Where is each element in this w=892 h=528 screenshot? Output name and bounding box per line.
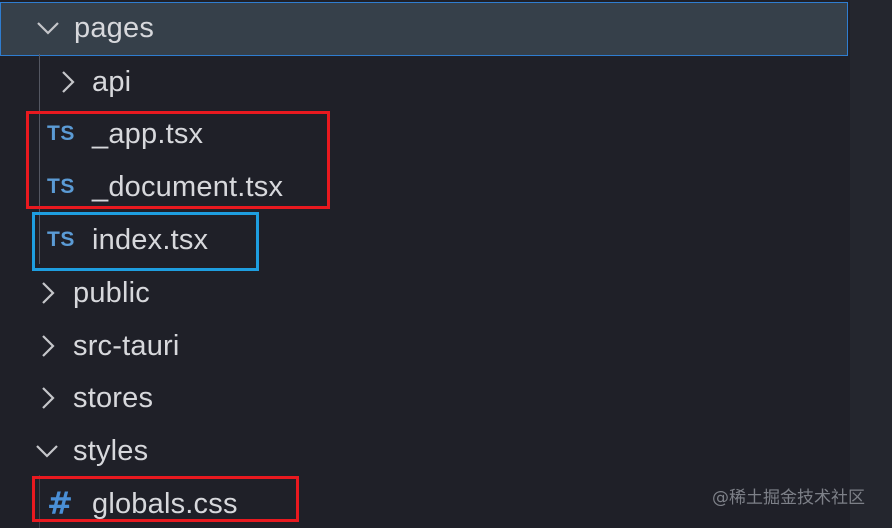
chevron-right-icon[interactable] bbox=[54, 69, 80, 95]
tree-item-api-folder[interactable]: api bbox=[0, 56, 848, 108]
tree-item-public-folder[interactable]: public bbox=[0, 267, 848, 319]
tree-item-label: styles bbox=[73, 435, 149, 467]
tree-item-label: api bbox=[92, 66, 132, 98]
file-explorer: pages api TS _app.tsx TS _document.tsx T… bbox=[0, 0, 850, 528]
tree-item-app-tsx[interactable]: TS _app.tsx bbox=[0, 108, 848, 160]
tree-item-label: _document.tsx bbox=[92, 171, 284, 203]
tree-item-label: stores bbox=[73, 382, 154, 414]
tree-item-label: public bbox=[73, 277, 150, 309]
typescript-icon: TS bbox=[47, 228, 75, 251]
tree-item-index-tsx[interactable]: TS index.tsx bbox=[0, 214, 848, 266]
css-icon: # bbox=[47, 486, 73, 522]
tree-item-src-tauri-folder[interactable]: src-tauri bbox=[0, 320, 848, 372]
tree-item-label: src-tauri bbox=[73, 330, 180, 362]
chevron-down-icon[interactable] bbox=[34, 438, 60, 464]
chevron-right-icon[interactable] bbox=[34, 333, 60, 359]
chevron-down-icon[interactable] bbox=[35, 15, 61, 41]
chevron-right-icon[interactable] bbox=[34, 280, 60, 306]
tree-item-stores-folder[interactable]: stores bbox=[0, 372, 848, 424]
editor-edge bbox=[850, 0, 892, 528]
tree-item-pages-folder[interactable]: pages bbox=[0, 2, 848, 56]
typescript-icon: TS bbox=[47, 122, 75, 145]
tree-item-document-tsx[interactable]: TS _document.tsx bbox=[0, 161, 848, 213]
tree-item-label: index.tsx bbox=[92, 224, 209, 256]
tree-item-label: _app.tsx bbox=[92, 118, 204, 150]
typescript-icon: TS bbox=[47, 175, 75, 198]
tree-item-label: pages bbox=[74, 12, 155, 44]
watermark-text: @稀土掘金技术社区 bbox=[712, 488, 865, 508]
tree-item-styles-folder[interactable]: styles bbox=[0, 425, 848, 477]
tree-item-label: globals.css bbox=[92, 488, 238, 520]
chevron-right-icon[interactable] bbox=[34, 385, 60, 411]
